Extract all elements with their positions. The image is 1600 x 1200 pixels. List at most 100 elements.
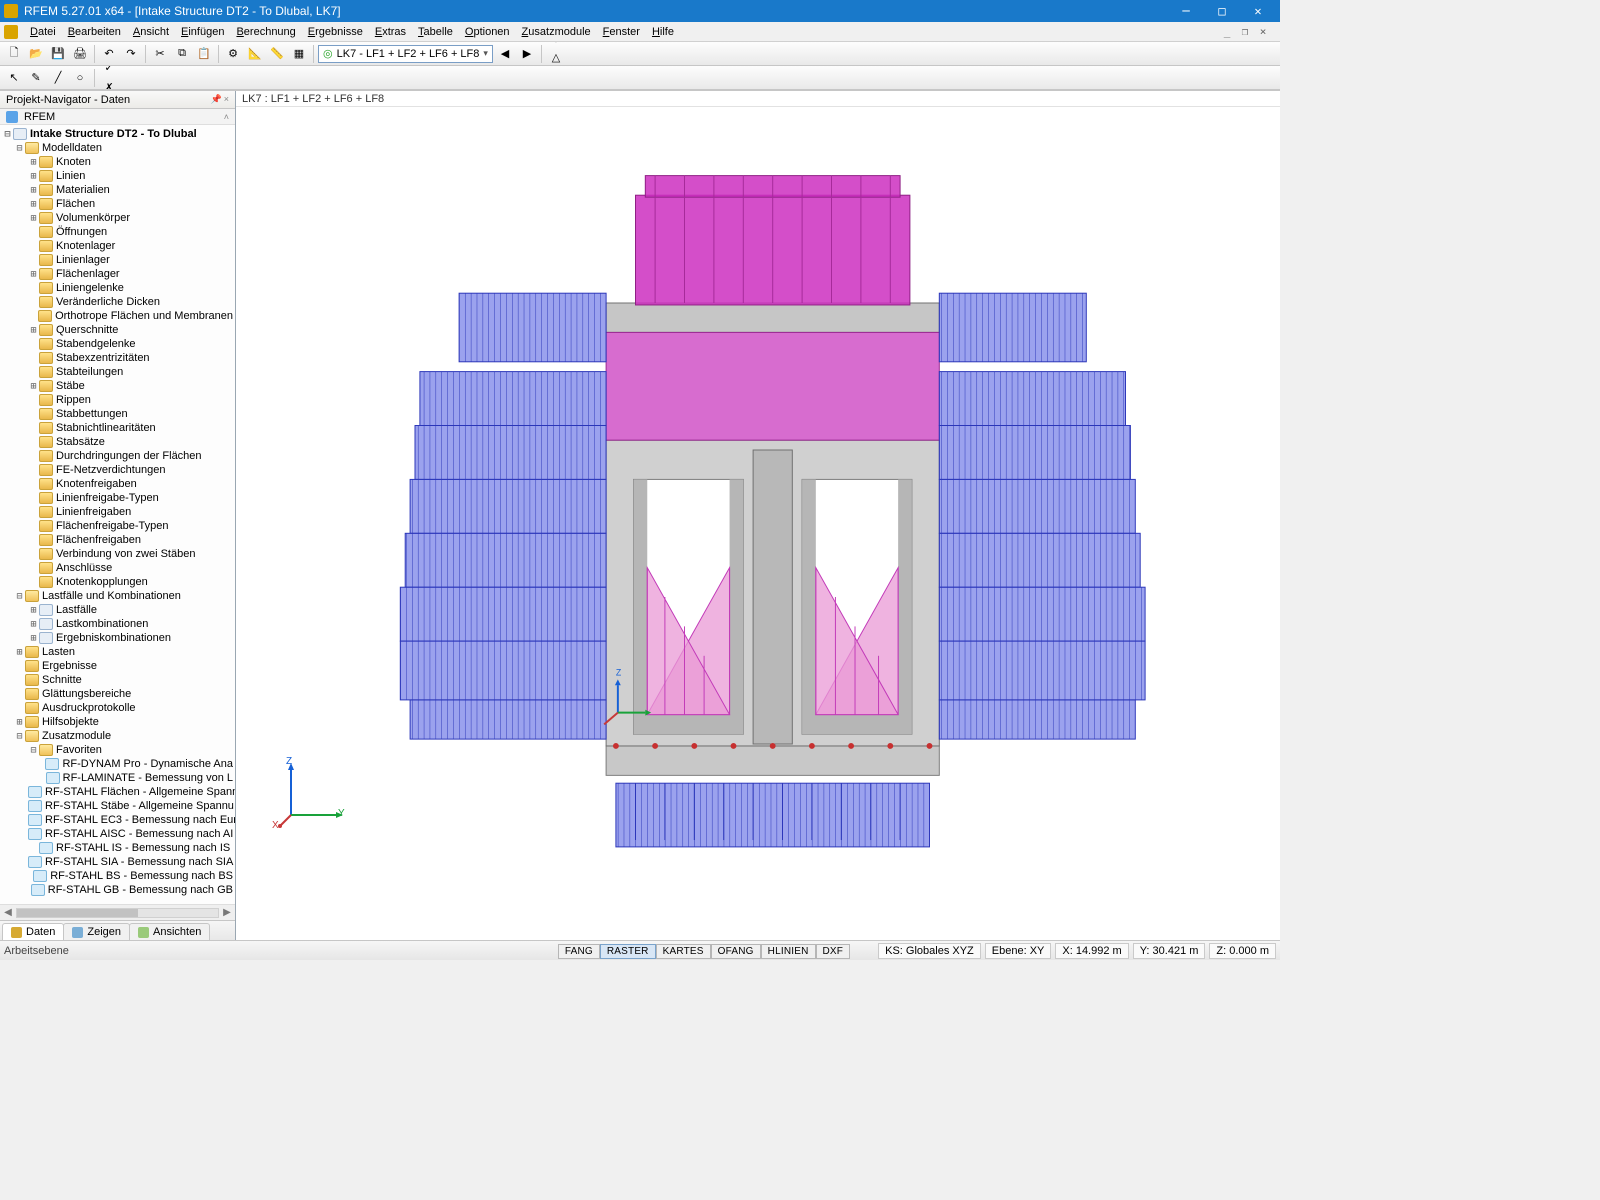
- cut-icon[interactable]: ✂: [150, 44, 170, 64]
- menu-ergebnisse[interactable]: Ergebnisse: [302, 24, 369, 40]
- status-toggle-ofang[interactable]: OFANG: [711, 944, 761, 959]
- tree-item[interactable]: Ausdruckprotokolle: [0, 701, 235, 715]
- tree-item[interactable]: Stabsätze: [0, 435, 235, 449]
- next-icon[interactable]: ▶: [517, 44, 537, 64]
- tree-item[interactable]: ⊞Linien: [0, 169, 235, 183]
- draw-icon[interactable]: ╱: [48, 68, 68, 88]
- navigator-close-icon[interactable]: ×: [224, 94, 229, 105]
- tool-icon[interactable]: ⚙: [223, 44, 243, 64]
- mdi-minimize[interactable]: _: [1220, 25, 1234, 38]
- menu-ansicht[interactable]: Ansicht: [127, 24, 175, 40]
- tree-item[interactable]: Linienfreigabe-Typen: [0, 491, 235, 505]
- tree-item[interactable]: Schnitte: [0, 673, 235, 687]
- undo-icon[interactable]: ↶: [99, 44, 119, 64]
- menu-tabelle[interactable]: Tabelle: [412, 24, 459, 40]
- loadcase-combo[interactable]: ◎ LK7 - LF1 + LF2 + LF6 + LF8: [318, 45, 493, 63]
- mdi-restore[interactable]: ❐: [1238, 25, 1252, 38]
- tree-item[interactable]: ⊞Hilfsobjekte: [0, 715, 235, 729]
- menu-extras[interactable]: Extras: [369, 24, 412, 40]
- maximize-button[interactable]: □: [1204, 0, 1240, 22]
- tree-item[interactable]: Stabteilungen: [0, 365, 235, 379]
- tree-item[interactable]: Stabexzentrizitäten: [0, 351, 235, 365]
- tool-icon[interactable]: ✓: [99, 66, 119, 78]
- tree-item[interactable]: RF-DYNAM Pro - Dynamische Ana: [0, 757, 235, 771]
- tree-item[interactable]: RF-STAHL SIA - Bemessung nach SIA: [0, 855, 235, 869]
- tree-item[interactable]: Öffnungen: [0, 225, 235, 239]
- tree-item[interactable]: ⊟Lastfälle und Kombinationen: [0, 589, 235, 603]
- tree-item[interactable]: ⊟Favoriten: [0, 743, 235, 757]
- tree-item[interactable]: Stabendgelenke: [0, 337, 235, 351]
- viewport-canvas[interactable]: Z Z Y X: [236, 107, 1280, 940]
- draw-icon[interactable]: ○: [70, 68, 90, 88]
- menu-einfügen[interactable]: Einfügen: [175, 24, 230, 40]
- navigator-root-row[interactable]: RFEM ˄: [0, 109, 235, 125]
- tool-icon[interactable]: △: [546, 48, 566, 67]
- status-toggle-kartes[interactable]: KARTES: [656, 944, 711, 959]
- pointer-icon[interactable]: ↖: [4, 68, 24, 88]
- tool-icon[interactable]: ▦: [289, 44, 309, 64]
- navigator-hscroll[interactable]: ◀ ▶: [0, 904, 235, 920]
- tree-item[interactable]: RF-STAHL Stäbe - Allgemeine Spannu: [0, 799, 235, 813]
- print-icon[interactable]: 🖨: [70, 44, 90, 64]
- tree-item[interactable]: ⊟Modelldaten: [0, 141, 235, 155]
- navigator-pin-icon[interactable]: 📌: [211, 94, 222, 105]
- tree-item[interactable]: ⊞Materialien: [0, 183, 235, 197]
- status-toggle-fang[interactable]: FANG: [558, 944, 600, 959]
- tree-item[interactable]: Veränderliche Dicken: [0, 295, 235, 309]
- tree-item[interactable]: Flächenfreigabe-Typen: [0, 519, 235, 533]
- tool-icon[interactable]: 📐: [245, 44, 265, 64]
- redo-icon[interactable]: ↷: [121, 44, 141, 64]
- status-toggle-raster[interactable]: RASTER: [600, 944, 656, 959]
- tree-item[interactable]: RF-STAHL GB - Bemessung nach GB: [0, 883, 235, 897]
- tree-item[interactable]: ⊞Ergebniskombinationen: [0, 631, 235, 645]
- tree-item[interactable]: RF-STAHL BS - Bemessung nach BS: [0, 869, 235, 883]
- prev-icon[interactable]: ◀: [495, 44, 515, 64]
- tree-item[interactable]: ⊞Stäbe: [0, 379, 235, 393]
- tool-icon[interactable]: ◆: [546, 42, 566, 48]
- tree-item[interactable]: Anschlüsse: [0, 561, 235, 575]
- tree-item[interactable]: Linienfreigaben: [0, 505, 235, 519]
- status-toggle-dxf[interactable]: DXF: [816, 944, 851, 959]
- close-button[interactable]: ✕: [1240, 0, 1276, 22]
- tree-item[interactable]: Linienlager: [0, 253, 235, 267]
- tree-item[interactable]: Ergebnisse: [0, 659, 235, 673]
- tree-item[interactable]: ⊞Querschnitte: [0, 323, 235, 337]
- tree-item[interactable]: Stabbettungen: [0, 407, 235, 421]
- tree-item[interactable]: ⊞Flächenlager: [0, 267, 235, 281]
- tree-item[interactable]: ⊞Lasten: [0, 645, 235, 659]
- menu-berechnung[interactable]: Berechnung: [230, 24, 301, 40]
- menu-fenster[interactable]: Fenster: [597, 24, 646, 40]
- paste-icon[interactable]: 📋: [194, 44, 214, 64]
- status-toggle-hlinien[interactable]: HLINIEN: [761, 944, 816, 959]
- minimize-button[interactable]: ─: [1168, 0, 1204, 22]
- new-file-icon[interactable]: 🗋: [4, 44, 24, 64]
- tab-ansichten[interactable]: Ansichten: [129, 923, 210, 940]
- open-file-icon[interactable]: 📂: [26, 44, 46, 64]
- menu-datei[interactable]: Datei: [24, 24, 62, 40]
- tree-item[interactable]: Stabnichtlinearitäten: [0, 421, 235, 435]
- tree-item[interactable]: Glättungsbereiche: [0, 687, 235, 701]
- tree-item[interactable]: Knotenkopplungen: [0, 575, 235, 589]
- tree-item[interactable]: RF-STAHL IS - Bemessung nach IS: [0, 841, 235, 855]
- mdi-close[interactable]: ×: [1256, 25, 1270, 38]
- copy-icon[interactable]: ⧉: [172, 44, 192, 64]
- tree-item[interactable]: Flächenfreigaben: [0, 533, 235, 547]
- tree-item[interactable]: ⊞Volumenkörper: [0, 211, 235, 225]
- tree-item[interactable]: RF-STAHL Flächen - Allgemeine Spann: [0, 785, 235, 799]
- navigator-tree[interactable]: ⊟Intake Structure DT2 - To Dlubal⊟Modell…: [0, 125, 235, 904]
- tree-item[interactable]: Rippen: [0, 393, 235, 407]
- tree-item[interactable]: ⊞Flächen: [0, 197, 235, 211]
- tree-item[interactable]: ⊞Knoten: [0, 155, 235, 169]
- tree-item[interactable]: RF-STAHL EC3 - Bemessung nach Eur: [0, 813, 235, 827]
- tool-icon[interactable]: ✗: [99, 78, 119, 91]
- tool-icon[interactable]: 📏: [267, 44, 287, 64]
- tree-item[interactable]: ⊞Lastfälle: [0, 603, 235, 617]
- tree-item[interactable]: ⊞Lastkombinationen: [0, 617, 235, 631]
- menu-hilfe[interactable]: Hilfe: [646, 24, 680, 40]
- tab-zeigen[interactable]: Zeigen: [63, 923, 130, 940]
- tree-item[interactable]: FE-Netzverdichtungen: [0, 463, 235, 477]
- tab-daten[interactable]: Daten: [2, 923, 64, 940]
- draw-icon[interactable]: ✎: [26, 68, 46, 88]
- tree-item[interactable]: Liniengelenke: [0, 281, 235, 295]
- menu-optionen[interactable]: Optionen: [459, 24, 516, 40]
